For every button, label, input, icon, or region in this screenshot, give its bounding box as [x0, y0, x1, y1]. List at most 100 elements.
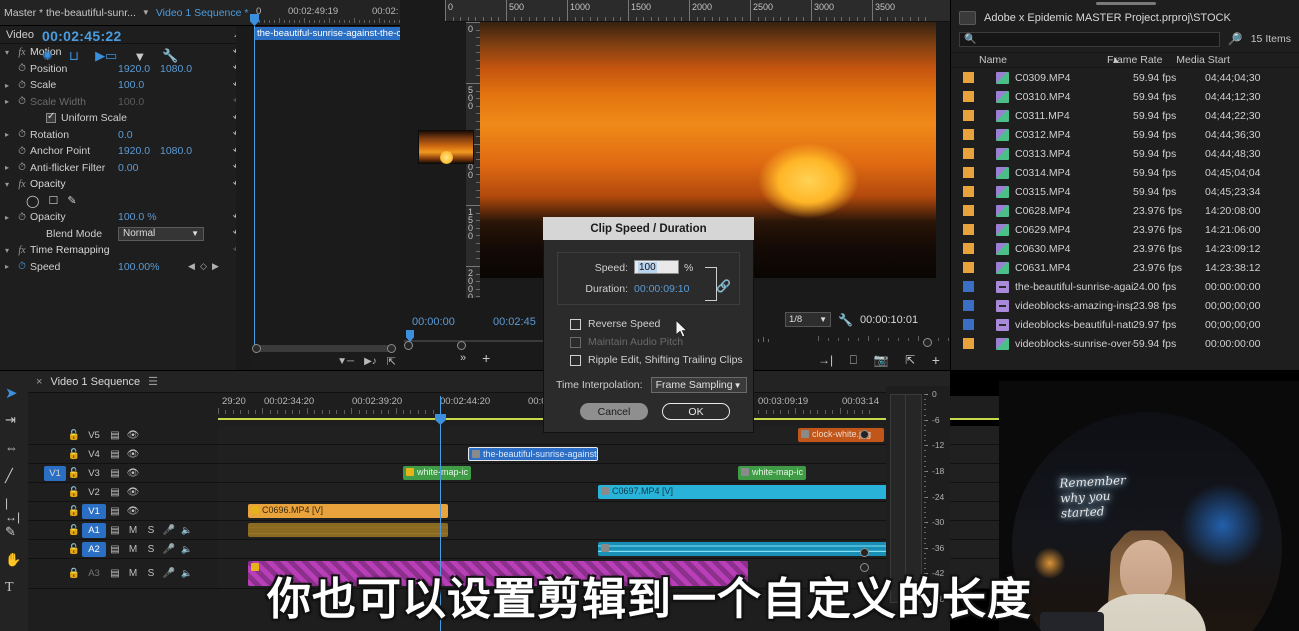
voice-over-icon[interactable]: 🎤: [160, 525, 178, 536]
hand-tool-icon[interactable]: ✋: [5, 552, 23, 570]
project-item-row[interactable]: C0628.MP4 23.976 fps 14:20:08:00: [951, 201, 1299, 220]
project-item-row[interactable]: C0313.MP4 59.94 fps 04;44;48;30: [951, 144, 1299, 163]
scroll-handle-left[interactable]: [252, 344, 261, 353]
source-scrubber[interactable]: [404, 330, 554, 350]
tab-master[interactable]: Master * the-beautiful-sunr...: [4, 7, 136, 19]
source-target-indicator[interactable]: [44, 485, 66, 500]
track-name-V5[interactable]: V5: [82, 430, 106, 441]
track-name-V2[interactable]: V2: [82, 487, 106, 498]
property-value-1[interactable]: 100.0: [118, 96, 144, 108]
project-item-row[interactable]: C0311.MP4 59.94 fps 04;44;22;30: [951, 106, 1299, 125]
type-tool-icon[interactable]: T: [5, 580, 23, 598]
voice-over-icon[interactable]: 🎤: [160, 544, 178, 555]
out-point-handle[interactable]: [457, 341, 466, 350]
property-row-uniform-scale[interactable]: Uniform Scale↶: [0, 110, 250, 127]
disclosure-icon[interactable]: ▸: [0, 81, 14, 90]
track-name-A3[interactable]: A3: [82, 568, 106, 579]
lock-open-icon[interactable]: 🔓: [66, 544, 82, 555]
stopwatch-icon[interactable]: ⏱: [14, 80, 30, 91]
source-target-indicator[interactable]: [44, 566, 66, 581]
timeline-clip[interactable]: [248, 561, 748, 586]
link-chain-icon[interactable]: 🔗: [716, 279, 731, 293]
toggle-track-output-icon[interactable]: 👁: [124, 430, 142, 441]
track-header-A2[interactable]: 🔓 A2 ▤ M S 🎤 🔈: [28, 540, 218, 559]
export-frame-icon[interactable]: →|: [818, 353, 833, 367]
rectangle-mask-icon[interactable]: ☐: [48, 194, 58, 207]
slip-tool-icon[interactable]: |↔|: [5, 496, 23, 524]
timeline-clip[interactable]: [248, 523, 448, 537]
project-item-row[interactable]: C0310.MP4 59.94 fps 04;44;12;30: [951, 87, 1299, 106]
timeline-clip[interactable]: [598, 542, 888, 556]
next-keyframe-icon[interactable]: ▶: [212, 261, 219, 272]
toggle-sync-lock-icon[interactable]: ▤: [106, 449, 124, 460]
time-interpolation-select[interactable]: Frame Sampling ▼: [650, 377, 747, 393]
source-target-indicator[interactable]: [44, 447, 66, 462]
toggle-track-output-icon[interactable]: 👁: [124, 487, 142, 498]
track-header-V3[interactable]: V1 🔓 V3 ▤ 👁: [28, 464, 218, 483]
track-name-V4[interactable]: V4: [82, 449, 106, 460]
sort-ascending-icon[interactable]: ▴: [1113, 54, 1118, 66]
uniform-scale-checkbox[interactable]: [46, 111, 56, 124]
ellipse-mask-icon[interactable]: ◯: [26, 194, 39, 208]
camera-icon[interactable]: 📷: [874, 353, 889, 367]
project-item-row[interactable]: C0312.MP4 59.94 fps 04;44;36;30: [951, 125, 1299, 144]
toggle-sync-lock-icon[interactable]: ▤: [106, 468, 124, 479]
column-header-name[interactable]: Name: [979, 54, 1107, 66]
property-row-scale-width[interactable]: ▸⏱Scale Width100.0↶: [0, 94, 250, 111]
project-item-row[interactable]: videoblocks-sunrise-over-wi 59.94 fps 00:0…: [951, 334, 1299, 353]
toggle-track-output-icon[interactable]: 👁: [124, 449, 142, 460]
timeline-clip[interactable]: C0696.MP4 [V]: [248, 504, 448, 518]
prev-keyframe-icon[interactable]: ◀: [188, 261, 195, 272]
disclosure-icon[interactable]: ▸: [0, 97, 14, 106]
selection-tool-icon[interactable]: ➤: [5, 384, 23, 402]
effect-controls-scrollbar[interactable]: [236, 26, 250, 370]
ripple-edit-tool-icon[interactable]: ⇔: [5, 440, 23, 458]
close-icon[interactable]: ×: [36, 376, 42, 388]
project-item-row[interactable]: C0629.MP4 23.976 fps 14:21:06:00: [951, 220, 1299, 239]
speed-input[interactable]: 100: [634, 260, 679, 274]
add-keyframe-icon[interactable]: ◇: [200, 261, 207, 272]
stopwatch-icon[interactable]: ⏱: [14, 63, 30, 74]
disclosure-icon[interactable]: ▸: [0, 163, 14, 172]
solo-track-icon[interactable]: S: [142, 544, 160, 555]
stopwatch-icon[interactable]: ⏱: [14, 129, 30, 140]
track-header-V2[interactable]: 🔓 V2 ▤ 👁: [28, 483, 218, 502]
panel-menu-icon[interactable]: ☰: [148, 375, 158, 388]
track-volume-icon[interactable]: 🔈: [178, 544, 196, 555]
snap-keyframes-icon[interactable]: ✺: [42, 48, 53, 64]
property-value-1[interactable]: 1920.0: [118, 145, 150, 157]
source-timecode[interactable]: 00:00:00: [412, 316, 455, 328]
source-target-indicator[interactable]: V1: [44, 465, 66, 481]
project-item-row[interactable]: C0314.MP4 59.94 fps 04;45;04;04: [951, 163, 1299, 182]
mute-track-icon[interactable]: M: [124, 568, 142, 579]
toggle-track-output-icon[interactable]: 👁: [124, 468, 142, 479]
solo-track-icon[interactable]: S: [142, 525, 160, 536]
program-scrubber[interactable]: [818, 336, 1289, 347]
lock-closed-icon[interactable]: 🔒: [66, 568, 82, 579]
solo-track-icon[interactable]: S: [142, 568, 160, 579]
toggle-sync-lock-icon[interactable]: ▤: [106, 487, 124, 498]
disclosure-icon[interactable]: ▾: [0, 246, 14, 255]
panel-drag-handle[interactable]: [1096, 2, 1156, 5]
timeline-clip[interactable]: white-map-ic: [403, 466, 471, 480]
ripple-edit-checkbox[interactable]: Ripple Edit, Shifting Trailing Clips: [570, 354, 743, 366]
track-header-A3[interactable]: 🔒 A3 ▤ M S 🎤 🔈: [28, 559, 218, 589]
share-icon[interactable]: ⇱: [905, 353, 915, 367]
track-name-V3[interactable]: V3: [82, 468, 106, 479]
settings-wrench-icon[interactable]: 🔧: [838, 313, 853, 327]
property-row-opacity[interactable]: ▾fxOpacity↶: [0, 176, 250, 193]
timeline-clip[interactable]: the-beautiful-sunrise-against-the: [468, 447, 598, 461]
track-header-V5[interactable]: 🔓 V5 ▤ 👁: [28, 426, 218, 445]
more-options-icon[interactable]: »: [460, 352, 466, 364]
mute-track-icon[interactable]: M: [124, 544, 142, 555]
project-item-row[interactable]: videoblocks-amazing-inspira23.98 fps 00;0…: [951, 296, 1299, 315]
project-item-row[interactable]: videoblocks-beautiful-natur 29.97 fps 00;0…: [951, 315, 1299, 334]
search-input[interactable]: 🔍: [959, 31, 1220, 47]
track-header-V4[interactable]: 🔓 V4 ▤ 👁: [28, 445, 218, 464]
effect-controls-playhead[interactable]: [250, 14, 259, 350]
toggle-sync-lock-icon[interactable]: ▤: [106, 506, 124, 517]
stopwatch-icon[interactable]: ⏱: [14, 96, 30, 107]
disclosure-icon[interactable]: ▸: [0, 213, 14, 222]
toggle-sync-lock-icon[interactable]: ▤: [106, 568, 124, 579]
property-row-blend-mode[interactable]: Blend ModeNormal▼↶: [0, 226, 250, 243]
